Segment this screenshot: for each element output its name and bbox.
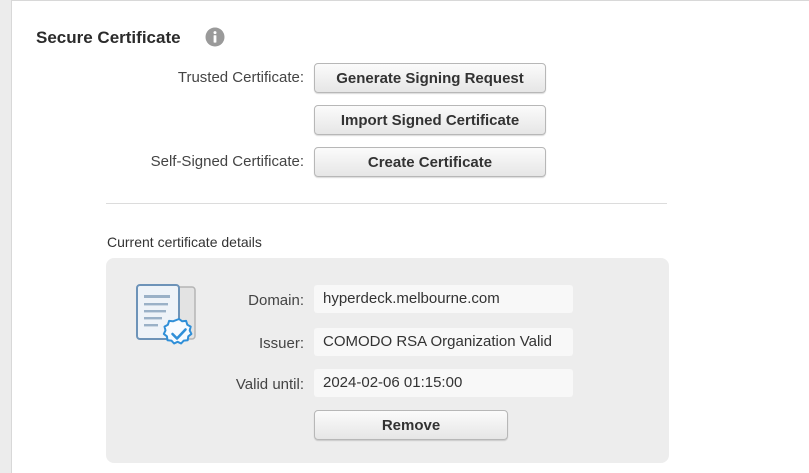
issuer-label: Issuer: xyxy=(258,335,304,352)
domain-label: Domain: xyxy=(248,292,304,309)
trusted-certificate-label: Trusted Certificate: xyxy=(177,69,304,86)
generate-signing-request-button[interactable]: Generate Signing Request xyxy=(314,63,546,93)
valid-until-label: Valid until: xyxy=(235,376,304,393)
create-certificate-button[interactable]: Create Certificate xyxy=(314,147,546,177)
info-icon[interactable] xyxy=(205,27,225,47)
self-signed-certificate-label: Self-Signed Certificate: xyxy=(150,153,304,170)
certificate-icon xyxy=(136,284,196,345)
domain-value: hyperdeck.melbourne.com xyxy=(314,285,573,313)
valid-until-value: 2024-02-06 01:15:00 xyxy=(314,369,573,397)
section-divider xyxy=(106,203,667,204)
section-title: Secure Certificate xyxy=(36,28,181,47)
current-certificate-details-title: Current certificate details xyxy=(107,234,262,250)
import-signed-certificate-button[interactable]: Import Signed Certificate xyxy=(314,105,546,135)
remove-certificate-button[interactable]: Remove xyxy=(314,410,508,440)
issuer-value: COMODO RSA Organization Valid xyxy=(314,328,573,356)
